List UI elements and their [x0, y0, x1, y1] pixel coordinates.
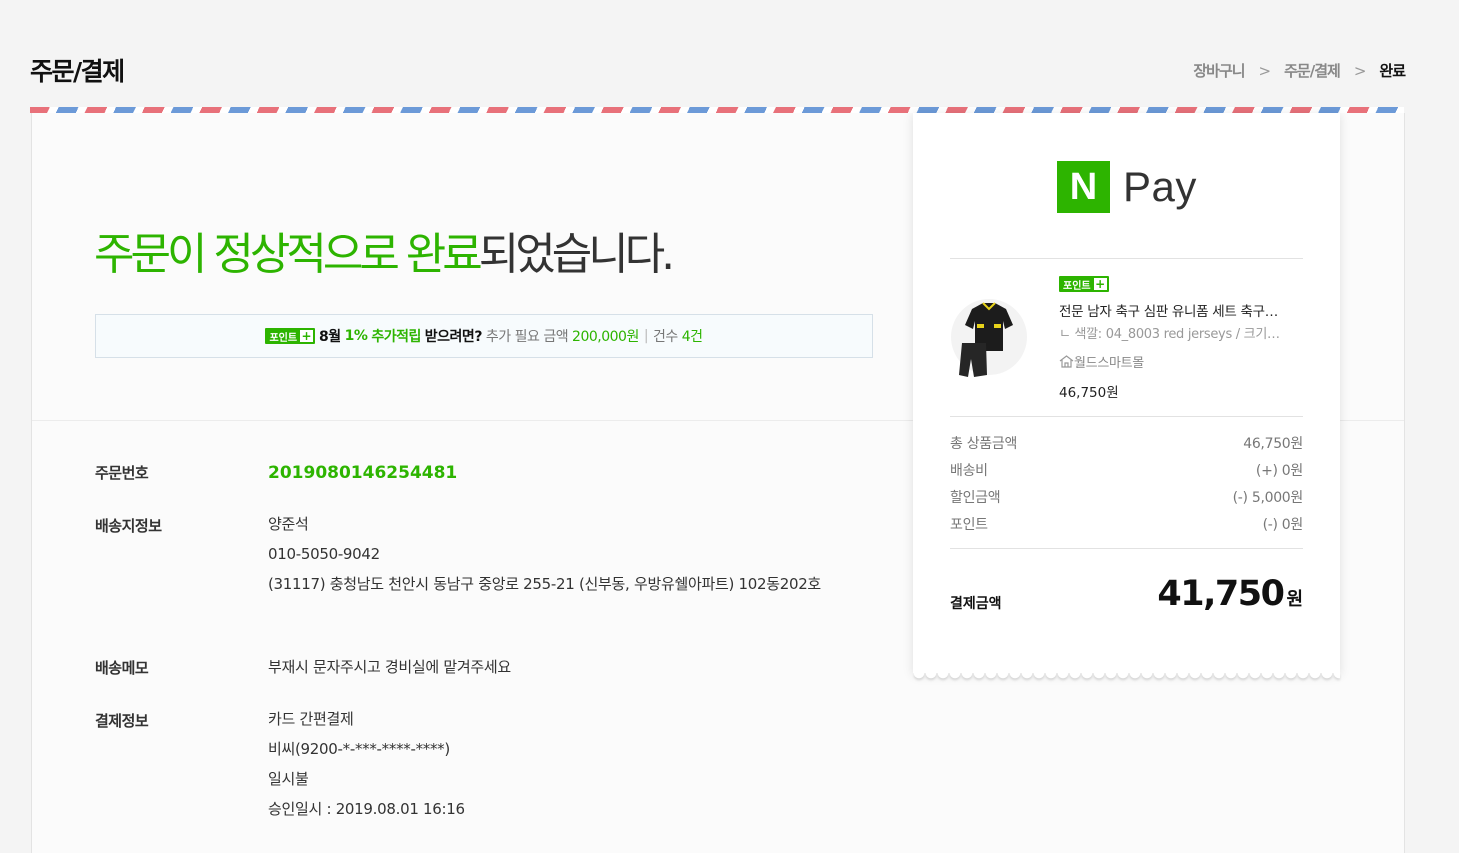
pay-text: Pay: [1123, 163, 1197, 210]
summary-label: 총 상품금액: [950, 436, 1018, 452]
summary-row-discount: 할인금액 (-) 5,000원: [950, 487, 1303, 507]
product-option: ㄴ 색깔: 04_8003 red jerseys / 크기: L: [1059, 327, 1281, 342]
promo-extra: 추가적립: [371, 329, 421, 345]
shipping-memo: 부재시 문자주시고 경비실에 맡겨주세요: [268, 658, 511, 676]
promo-question: 받으려면?: [424, 329, 483, 345]
memo-label: 배송메모: [95, 659, 149, 677]
product-point-badge: 포인트 +: [1059, 276, 1109, 292]
completion-headline: 주문이 정상적으로 완료되었습니다.: [94, 218, 675, 282]
summary-label: 배송비: [950, 463, 988, 479]
promo-required-amount: 200,000원: [572, 329, 639, 345]
plus-icon: +: [1093, 277, 1107, 291]
seller-name: 월드스마트몰: [1074, 356, 1144, 371]
total-amount-value: 41,750: [1157, 574, 1285, 614]
order-number-value: 2019080146254481: [268, 463, 458, 483]
store-icon: [1059, 355, 1074, 368]
summary-value: (+) 0원: [1255, 463, 1303, 479]
total-label: 결제금액: [950, 596, 1002, 612]
point-badge: 포인트 +: [265, 328, 316, 344]
headline-rest: 되었습니다.: [478, 229, 675, 280]
receipt-divider: [950, 416, 1303, 417]
npay-receipt: N Pay 포인트 + 전문 남자 축구 심판 유니폼 세트 축구심판복 ㄴ 색깔…: [913, 113, 1340, 673]
product-name[interactable]: 전문 남자 축구 심판 유니폼 세트 축구심판복: [1059, 300, 1281, 320]
point-promo-banner: 포인트 + 8월 1% 추가적립 받으려면? 추가 필요 금액 200,000원 …: [95, 314, 873, 358]
total-amount: 41,750 원: [1157, 574, 1303, 614]
product-image[interactable]: [950, 291, 1028, 383]
summary-value: (-) 0원: [1262, 517, 1304, 533]
payment-info: 카드 간편결제 비씨(9200-*-***-****-****) 일시불 승인일…: [268, 704, 465, 824]
headline-highlight: 주문이 정상적으로 완료: [94, 229, 483, 280]
divider-bar: |: [643, 328, 649, 344]
summary-label: 할인금액: [950, 490, 1001, 506]
summary-label: 포인트: [950, 517, 988, 533]
order-number: 2019080146254481: [268, 458, 457, 488]
page-title: 주문/결제: [30, 57, 125, 86]
chevron-right-icon: >: [1353, 61, 1367, 80]
chevron-right-icon: >: [1258, 61, 1272, 80]
naver-n-icon: N: [1057, 161, 1110, 213]
seller[interactable]: 월드스마트몰: [1059, 352, 1144, 371]
payment-label: 결제정보: [95, 712, 149, 730]
summary-row-total: 총 상품금액 46,750원: [950, 433, 1303, 453]
product-price: 46,750원: [1059, 385, 1119, 401]
summary-row-point: 포인트 (-) 0원: [950, 514, 1303, 534]
breadcrumb-order[interactable]: 주문/결제: [1284, 60, 1341, 81]
breadcrumb: 장바구니 > 주문/결제 > 완료: [1193, 60, 1406, 81]
shipping-address: (31117) 충청남도 천안시 동남구 중앙로 255-21 (신부동, 우방…: [268, 575, 821, 593]
payment-method: 카드 간편결제: [268, 710, 354, 728]
shipping-phone: 010-5050-9042: [268, 545, 380, 563]
summary-value: (-) 5,000원: [1232, 490, 1304, 506]
product-point-label: 포인트: [1063, 280, 1091, 292]
promo-count-value: 4건: [681, 329, 703, 345]
plus-icon: +: [300, 329, 314, 343]
payment-installment: 일시불: [268, 770, 309, 788]
payment-card: 비씨(9200-*-***-****-****): [268, 740, 450, 758]
promo-rate: 1%: [344, 328, 368, 344]
point-badge-label: 포인트: [269, 332, 298, 344]
receipt-divider: [950, 548, 1303, 549]
total-amount-unit: 원: [1286, 589, 1303, 610]
order-number-label: 주문번호: [95, 464, 149, 482]
summary-row-shipping: 배송비 (+) 0원: [950, 460, 1303, 480]
breadcrumb-cart[interactable]: 장바구니: [1193, 60, 1245, 81]
breadcrumb-complete: 완료: [1379, 62, 1406, 80]
summary-value: 46,750원: [1243, 436, 1303, 452]
shipping-label: 배송지정보: [95, 517, 162, 535]
shipping-info: 양준석 010-5050-9042 (31117) 충청남도 천안시 동남구 중…: [268, 509, 848, 599]
promo-required-label: 추가 필요 금액: [485, 329, 569, 345]
promo-count-label: 건수: [653, 329, 678, 345]
receipt-divider: [950, 258, 1303, 259]
promo-month: 8월: [319, 329, 341, 345]
payment-approved-time: 승인일시 : 2019.08.01 16:16: [268, 800, 465, 818]
shipping-name: 양준석: [268, 515, 309, 533]
npay-logo: N Pay: [1057, 161, 1197, 213]
